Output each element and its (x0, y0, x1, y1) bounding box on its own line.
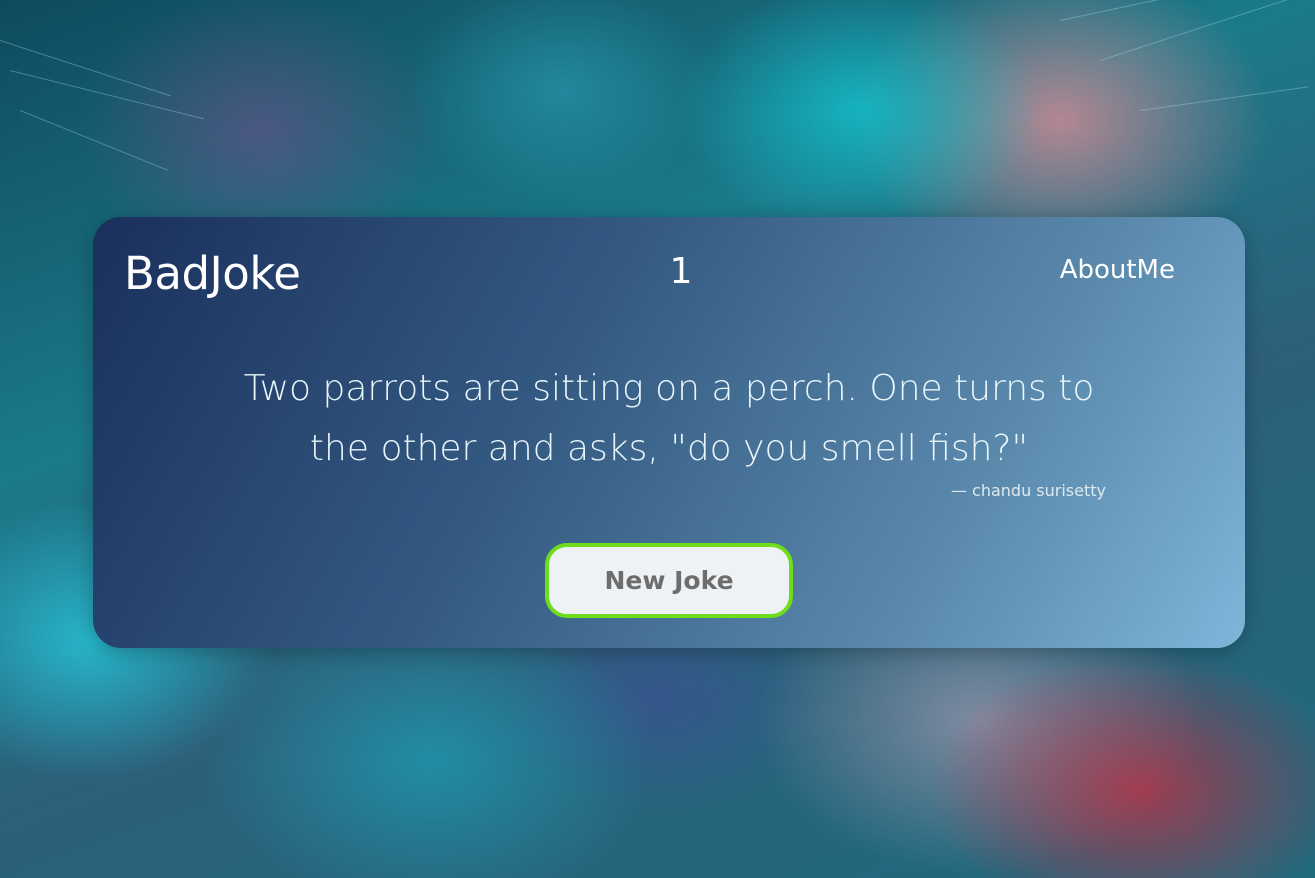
brand-logo[interactable]: BadJoke (124, 247, 301, 300)
about-me-link[interactable]: AboutMe (1060, 255, 1175, 285)
background-streak (19, 110, 169, 171)
background-streak (9, 70, 205, 120)
background-streak (1059, 0, 1295, 21)
joke-text: Two parrots are sitting on a perch. One … (243, 368, 1095, 469)
new-joke-button[interactable]: New Joke (545, 543, 793, 618)
background-streak (1139, 86, 1309, 111)
joke-card: BadJoke 1 AboutMe Two parrots are sittin… (93, 217, 1245, 648)
joke-attribution: — chandu surisetty (950, 481, 1106, 500)
background-streak (1099, 0, 1291, 61)
joke-counter: 1 (669, 251, 693, 292)
